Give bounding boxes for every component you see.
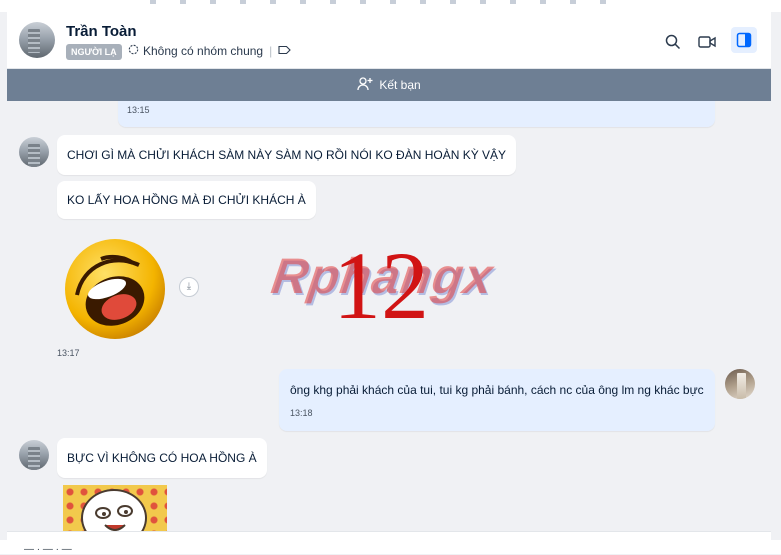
message-text: KO LẤY HOA HỒNG MÀ ĐI CHỬI KHÁCH À <box>67 193 306 207</box>
group-icon <box>128 44 139 58</box>
overlay-number: 12 <box>333 232 429 339</box>
sidebar-toggle-icon[interactable] <box>731 27 757 53</box>
tag-icon[interactable] <box>278 44 291 58</box>
top-background-strip <box>0 0 781 12</box>
laughing-emoji-sticker[interactable] <box>63 237 167 341</box>
toolbar-fragment: — · — · — <box>24 544 72 555</box>
message-bubble[interactable]: BỰC VÌ KHÔNG CÓ HOA HỒNG À <box>57 438 267 478</box>
sticker-face <box>81 489 147 531</box>
add-friend-button[interactable]: Kết bạn <box>7 69 771 101</box>
previous-message-bubble[interactable]: 13:15 <box>118 101 715 127</box>
message-time: 13:15 <box>127 105 150 115</box>
header-actions <box>663 27 757 53</box>
sender-avatar[interactable] <box>19 137 49 167</box>
message-time: 13:17 <box>57 348 80 358</box>
video-call-icon[interactable] <box>697 32 717 52</box>
bottom-background-strip: — · — · — <box>0 540 781 555</box>
divider: | <box>269 44 273 58</box>
add-friend-label: Kết bạn <box>379 78 421 92</box>
contact-name[interactable]: Trần Toàn <box>66 23 137 40</box>
message-bubble[interactable]: CHƠI GÌ MÀ CHỬI KHÁCH SÀM NÀY SÀM NỌ RỒI… <box>57 135 517 175</box>
message-bubble[interactable]: KO LẤY HOA HỒNG MÀ ĐI CHỬI KHÁCH À <box>57 181 316 219</box>
add-user-icon <box>357 76 373 94</box>
chat-window: Trần Toàn NGƯỜI LẠ Không có nhóm chung | <box>7 12 771 550</box>
group-status: Không có nhóm chung | <box>128 44 291 58</box>
message-text: CHƠI GÌ MÀ CHỬI KHÁCH SÀM NÀY SÀM NỌ RỒI… <box>67 148 507 162</box>
search-icon[interactable] <box>663 32 683 52</box>
message-time: 13:18 <box>290 408 313 418</box>
group-status-text: Không có nhóm chung <box>143 44 264 58</box>
cartoon-sticker[interactable] <box>63 485 167 531</box>
message-text: ông khg phải khách của tui, tui kg phải … <box>290 383 704 397</box>
stranger-badge: NGƯỜI LẠ <box>66 44 122 60</box>
sender-avatar[interactable] <box>19 440 49 470</box>
my-message-bubble[interactable]: ông khg phải khách của tui, tui kg phải … <box>279 369 715 431</box>
contact-avatar[interactable] <box>19 22 55 58</box>
message-text: BỰC VÌ KHÔNG CÓ HOA HỒNG À <box>67 451 257 465</box>
chat-header: Trần Toàn NGƯỜI LẠ Không có nhóm chung | <box>7 12 771 69</box>
download-icon[interactable]: ⤓ <box>179 277 199 297</box>
background-text-fragments <box>150 0 610 4</box>
my-avatar[interactable] <box>725 369 755 399</box>
